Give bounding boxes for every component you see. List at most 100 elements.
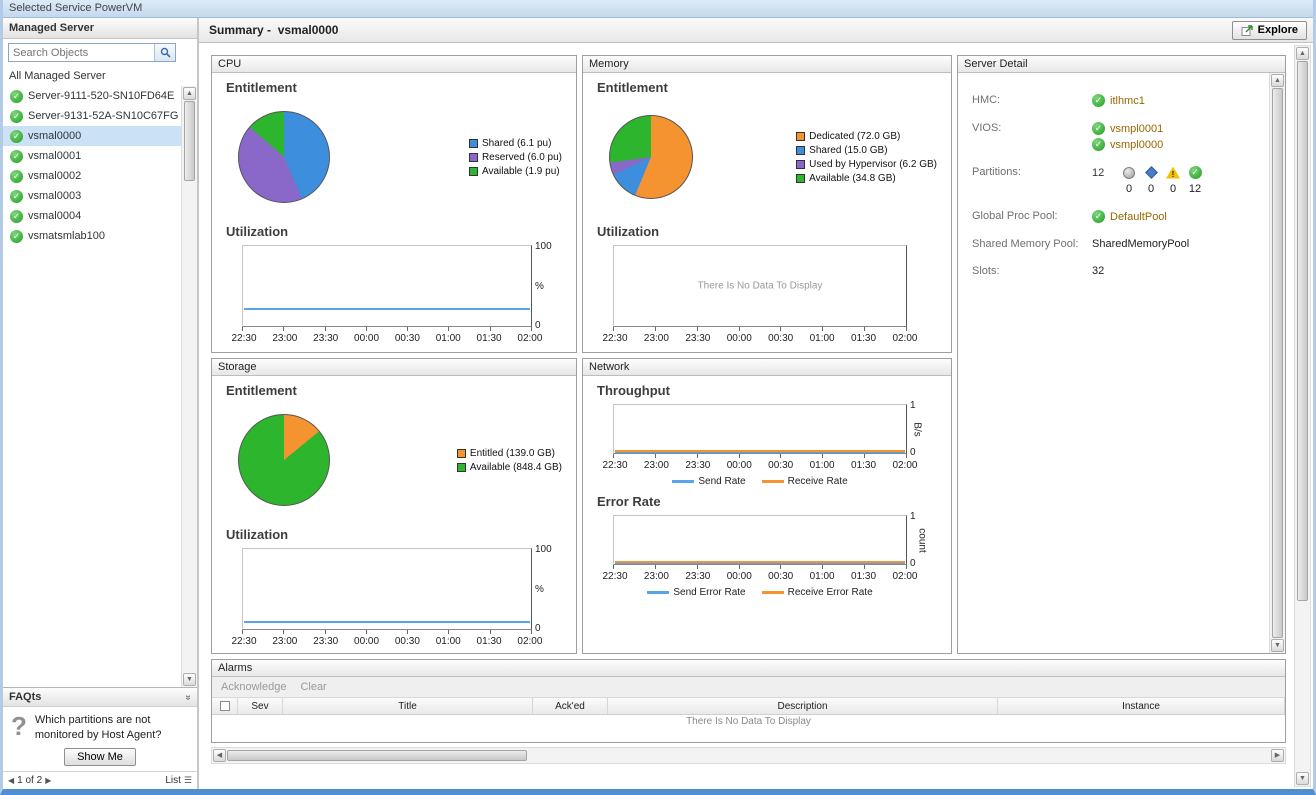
storage-utilization-chart: 100%022:3023:0023:3000:0000:3001:0001:30… xyxy=(242,548,532,647)
x-tick-label: 01:00 xyxy=(806,333,838,344)
scroll-right-icon[interactable]: ▶ xyxy=(1271,749,1284,762)
server-detail-scrollbar[interactable]: ▲ ▼ xyxy=(1269,73,1285,653)
scroll-up-icon[interactable]: ▲ xyxy=(183,87,196,100)
panels-area: CPU Entitlement Shared (6.1 pu)Reserved … xyxy=(199,43,1294,789)
alarm-column-acked[interactable]: Ack'ed xyxy=(533,698,608,714)
search-icon[interactable] xyxy=(154,44,175,61)
page-title: Summary - vsmal0000 xyxy=(209,23,338,37)
server-list-item[interactable]: ✓ vsmatsmlab100 xyxy=(3,226,181,246)
server-list-item[interactable]: ✓vsmal0001 xyxy=(3,146,181,166)
server-name: vsmatsmlab100 xyxy=(28,230,105,242)
alarm-column-instance[interactable]: Instance xyxy=(998,698,1285,714)
legend-label: Shared (6.1 pu) xyxy=(482,138,552,149)
y-axis: 100%0 xyxy=(535,544,552,634)
x-axis-ticks xyxy=(242,630,532,634)
acknowledge-button[interactable]: Acknowledge xyxy=(221,681,286,693)
server-list-item[interactable]: ✓vsmal0003 xyxy=(3,186,181,206)
prev-page-icon[interactable]: ◀ xyxy=(8,776,14,785)
horizontal-scrollbar[interactable]: ◀ ▶ xyxy=(211,747,1286,764)
scroll-thumb[interactable] xyxy=(227,750,527,761)
chart-plot-area: 1count0 xyxy=(613,515,907,565)
x-axis-ticks xyxy=(613,565,907,569)
y-unit-label: % xyxy=(535,281,544,292)
list-toggle[interactable]: List ☰ xyxy=(165,775,192,786)
legend-label: Receive Rate xyxy=(788,476,848,487)
global-proc-pool-label: Global Proc Pool: xyxy=(972,210,1092,222)
warning-status-icon: ! xyxy=(1166,167,1180,179)
ok-status-icon: ✓ xyxy=(1189,166,1202,179)
vios-link[interactable]: vsmpl0000 xyxy=(1110,139,1163,151)
legend-item: Available (848.4 GB) xyxy=(457,462,562,473)
alarm-column-select[interactable] xyxy=(212,698,238,714)
x-tick-label: 01:00 xyxy=(432,636,464,647)
scroll-thumb[interactable] xyxy=(184,101,195,181)
legend-item: Reserved (6.0 pu) xyxy=(469,152,562,163)
explore-button[interactable]: Explore xyxy=(1232,21,1307,40)
server-list-item[interactable]: ✓Server-9111-520-SN10FD64E xyxy=(3,86,181,106)
hmc-label: HMC: xyxy=(972,94,1092,106)
server-name: Server-9131-52A-SN10C67FG xyxy=(28,110,178,122)
scroll-thumb[interactable] xyxy=(1272,88,1283,638)
chart-plot-area: 1B/s0 xyxy=(613,404,907,454)
scroll-up-icon[interactable]: ▲ xyxy=(1271,74,1284,87)
sidebar: Managed Server All Managed Server ✓Serve… xyxy=(3,18,199,789)
memory-utilization-chart: There Is No Data To Display22:3023:0023:… xyxy=(613,245,907,344)
scroll-left-icon[interactable]: ◀ xyxy=(213,749,226,762)
show-me-button[interactable]: Show Me xyxy=(64,748,136,766)
select-all-checkbox[interactable] xyxy=(220,701,230,711)
server-list-item[interactable]: ✓Server-9131-52A-SN10C67FG xyxy=(3,106,181,126)
network-error-rate-chart: 1count022:3023:0023:3000:0000:3001:0001:… xyxy=(613,515,907,598)
status-ok-icon: ✓ xyxy=(10,230,23,243)
all-managed-server-label[interactable]: All Managed Server xyxy=(3,66,197,86)
scroll-down-icon[interactable]: ▼ xyxy=(1296,772,1309,785)
collapse-chevron-icon[interactable]: » xyxy=(183,695,194,701)
status-ok-icon: ✓ xyxy=(10,130,23,143)
content: Managed Server All Managed Server ✓Serve… xyxy=(3,18,1313,789)
explore-label: Explore xyxy=(1258,24,1298,36)
partitions-total: 12 xyxy=(1092,167,1104,179)
chart-plot-area: 100%0 xyxy=(242,548,532,630)
x-tick-label: 23:30 xyxy=(682,571,714,582)
x-tick-label: 00:30 xyxy=(765,571,797,582)
x-tick-label: 00:30 xyxy=(765,460,797,471)
clear-button[interactable]: Clear xyxy=(300,681,326,693)
server-name: vsmal0000 xyxy=(28,130,81,142)
vios-link[interactable]: vsmpl0001 xyxy=(1110,123,1163,135)
legend-label: Reserved (6.0 pu) xyxy=(482,152,562,163)
server-list-item[interactable]: ✓vsmal0004 xyxy=(3,206,181,226)
scroll-down-icon[interactable]: ▼ xyxy=(1271,639,1284,652)
server-list-area: ✓Server-9111-520-SN10FD64E✓Server-9131-5… xyxy=(3,86,197,687)
legend-swatch xyxy=(457,449,466,458)
global-proc-pool-link[interactable]: DefaultPool xyxy=(1110,211,1167,223)
alarm-column-description[interactable]: Description xyxy=(608,698,998,714)
scroll-down-icon[interactable]: ▼ xyxy=(183,673,196,686)
x-tick-label: 00:00 xyxy=(351,333,383,344)
cpu-entitlement-legend: Shared (6.1 pu) Reserved (6.0 pu) Availabl… xyxy=(469,138,566,177)
status-ok-icon: ✓ xyxy=(10,170,23,183)
main-scrollbar[interactable]: ▲ ▼ xyxy=(1294,45,1311,787)
memory-utilization-heading: Utilization xyxy=(583,217,951,241)
legend-item: Receive Rate xyxy=(762,476,848,487)
legend-swatch xyxy=(796,146,805,155)
legend-label: Receive Error Rate xyxy=(788,587,873,598)
legend-swatch xyxy=(796,174,805,183)
sidebar-scrollbar[interactable]: ▲ ▼ xyxy=(181,86,197,687)
y-min-label: 0 xyxy=(535,623,541,634)
scroll-up-icon[interactable]: ▲ xyxy=(1296,47,1309,60)
faqts-header[interactable]: FAQts » xyxy=(3,688,197,707)
alarm-column-sev[interactable]: Sev xyxy=(238,698,283,714)
x-tick-label: 22:30 xyxy=(228,333,260,344)
info-status-icon xyxy=(1145,166,1158,179)
hmc-link[interactable]: itlhmc1 xyxy=(1110,95,1145,107)
alarm-column-title[interactable]: Title xyxy=(283,698,533,714)
server-list-item[interactable]: ✓vsmal0002 xyxy=(3,166,181,186)
search-input[interactable] xyxy=(9,44,154,61)
chart-legend: Send RateReceive Rate xyxy=(613,476,907,487)
scroll-thumb[interactable] xyxy=(1297,61,1308,601)
chart-plot-area: 100%0 xyxy=(242,245,532,327)
x-tick-label: 22:30 xyxy=(228,636,260,647)
legend-label: Available (1.9 pu) xyxy=(482,166,560,177)
legend-swatch xyxy=(457,463,466,472)
next-page-icon[interactable]: ▶ xyxy=(45,776,51,785)
server-list-item[interactable]: ✓ vsmal0000 xyxy=(3,126,181,146)
